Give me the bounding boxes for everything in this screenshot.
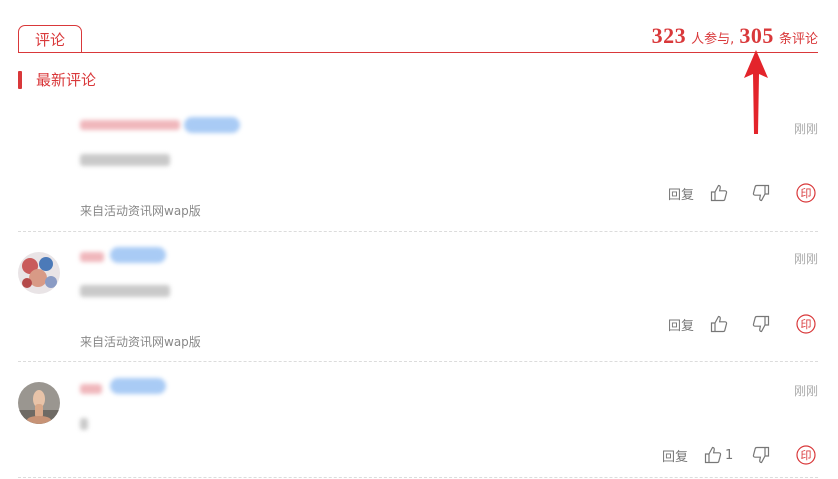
comment-text — [80, 285, 170, 297]
reply-button[interactable]: 回复 — [668, 313, 694, 335]
comment-stats: 323 人参与, 305 条评论 — [652, 23, 818, 49]
report-button[interactable]: 印 — [796, 182, 816, 204]
reply-button[interactable]: 回复 — [662, 444, 688, 466]
comment-actions: 回复 印 — [668, 182, 818, 204]
comment-time: 刚刚 — [793, 384, 818, 398]
username[interactable] — [80, 120, 180, 130]
participants-label: 人参与, — [691, 32, 735, 47]
user-badge — [110, 247, 166, 263]
comment-actions: 回复 1 印 — [662, 444, 818, 466]
report-button[interactable]: 印 — [796, 444, 816, 466]
section-title: 最新评论 — [36, 71, 97, 89]
comment-tab-bar: 评论 323 人参与, 305 条评论 — [18, 0, 818, 54]
like-button[interactable]: 1 — [704, 444, 733, 466]
svg-text:印: 印 — [801, 318, 812, 331]
username[interactable] — [80, 252, 104, 262]
avatar[interactable] — [18, 382, 60, 424]
reply-button[interactable]: 回复 — [668, 182, 694, 204]
comment-actions: 回复 印 — [668, 313, 818, 335]
participants-count: 323 — [651, 23, 687, 48]
comment-item: 刚刚 回复 印 来自活动资讯网wap版 — [18, 102, 818, 232]
report-stamp-icon: 印 — [796, 445, 816, 465]
like-button[interactable] — [710, 313, 731, 335]
comment-time: 刚刚 — [793, 252, 818, 266]
tab-baseline — [18, 52, 818, 53]
thumbs-down-icon — [752, 315, 770, 333]
thumbs-up-icon — [710, 315, 728, 333]
thumbs-up-icon — [704, 446, 722, 464]
report-button[interactable]: 印 — [796, 313, 816, 335]
tab-comments[interactable]: 评论 — [18, 25, 82, 52]
avatar-image — [18, 252, 60, 294]
dislike-button[interactable] — [752, 313, 770, 335]
thumbs-down-icon — [752, 184, 770, 202]
thumbs-up-icon — [710, 184, 728, 202]
comments-count[interactable]: 305 — [739, 23, 774, 48]
avatar-image — [18, 382, 60, 424]
user-badge — [110, 378, 166, 394]
report-stamp-icon: 印 — [796, 183, 816, 203]
username[interactable] — [80, 384, 102, 394]
dislike-button[interactable] — [752, 444, 770, 466]
comments-label[interactable]: 条评论 — [779, 32, 818, 47]
svg-text:印: 印 — [801, 187, 812, 200]
section-marker — [18, 71, 22, 89]
comment-divider — [18, 477, 818, 478]
dislike-button[interactable] — [752, 182, 770, 204]
comment-source: 来自活动资讯网wap版 — [80, 335, 201, 349]
user-badge — [184, 117, 240, 133]
like-count: 1 — [725, 447, 734, 463]
report-stamp-icon: 印 — [796, 314, 816, 334]
comment-item: 刚刚 回复 1 印 — [18, 362, 818, 478]
avatar[interactable] — [18, 252, 60, 294]
comment-text — [80, 154, 170, 166]
comment-source: 来自活动资讯网wap版 — [80, 204, 201, 218]
comment-time: 刚刚 — [793, 122, 818, 136]
comment-text — [80, 418, 88, 430]
thumbs-down-icon — [752, 446, 770, 464]
comment-item: 刚刚 回复 印 来自活动资讯网wap版 — [18, 232, 818, 362]
svg-text:印: 印 — [801, 449, 812, 462]
like-button[interactable] — [710, 182, 731, 204]
